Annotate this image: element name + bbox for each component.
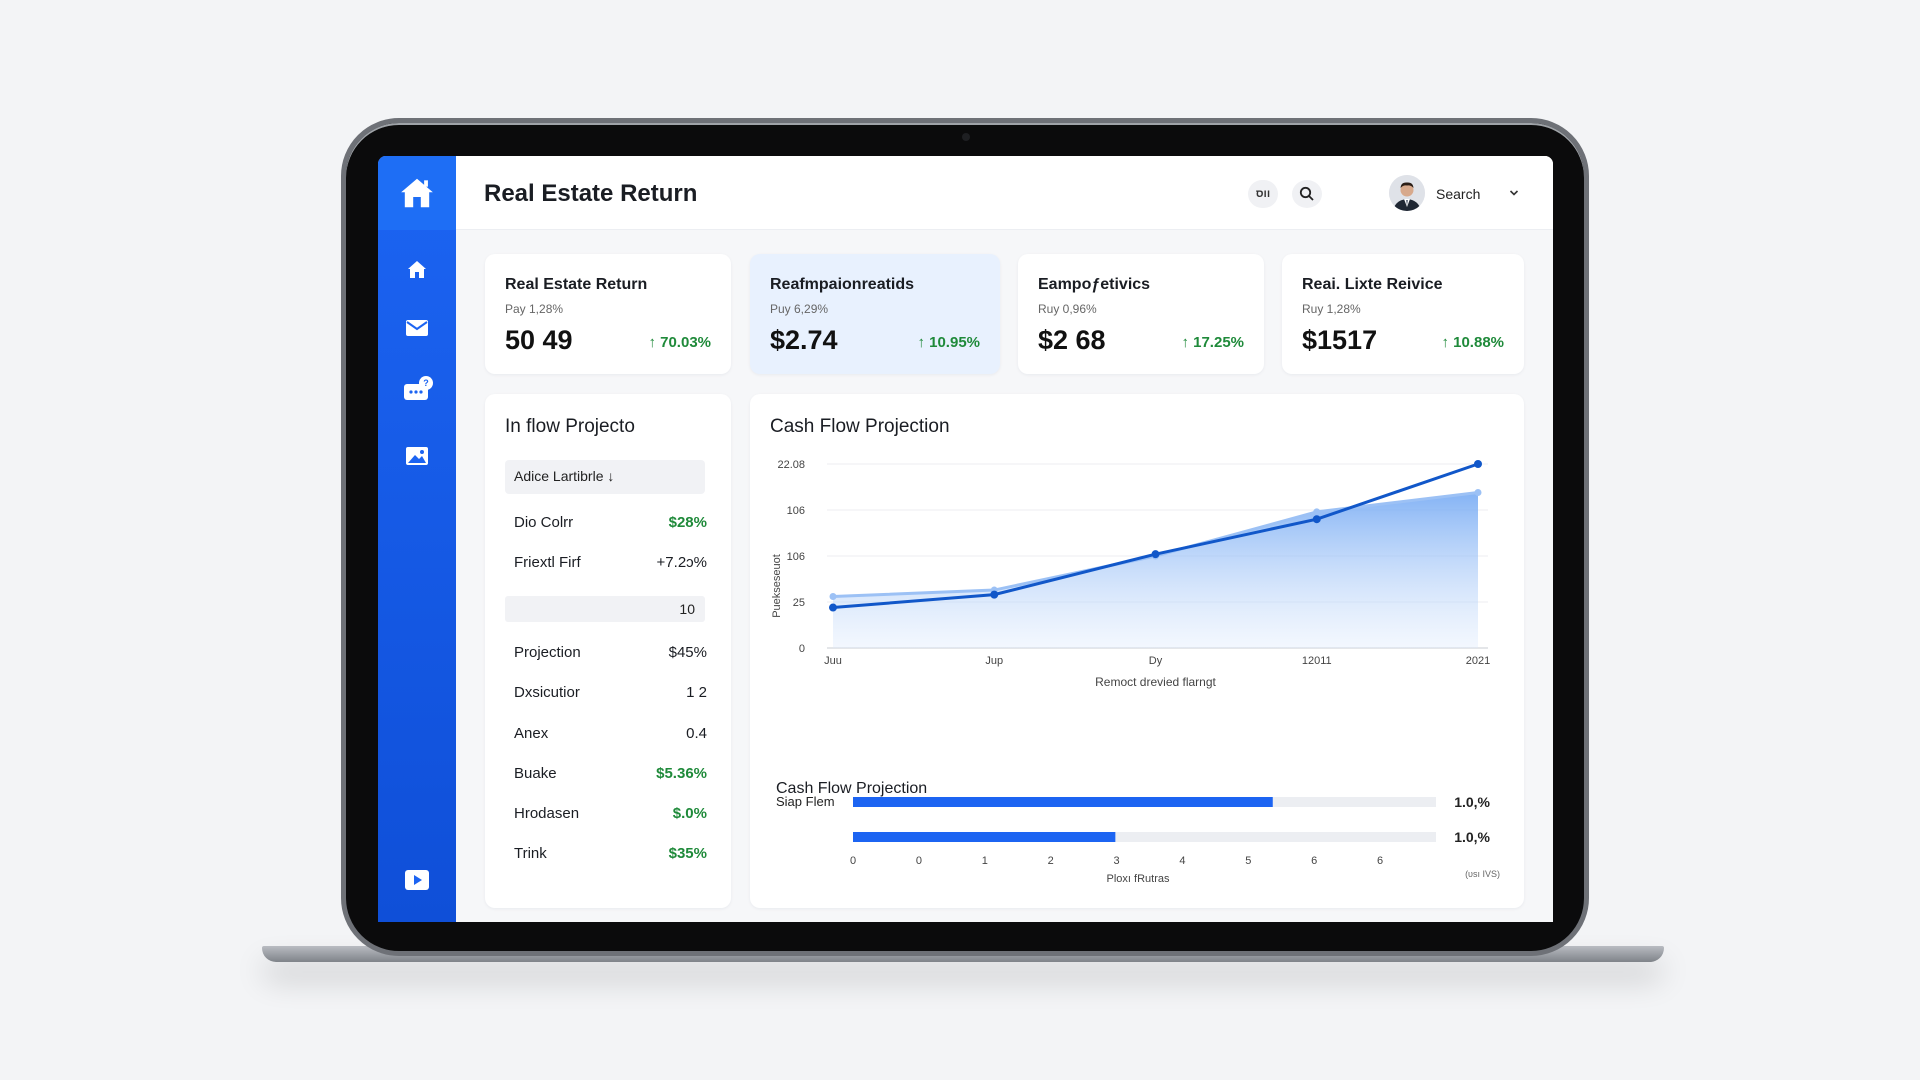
list-item-value: 0.4 xyxy=(686,725,707,742)
panel-title: In flow Projecto xyxy=(505,416,635,437)
list-item-value: $45% xyxy=(668,644,707,661)
list-item-label: Dio Colrr xyxy=(514,514,574,531)
camera-icon xyxy=(962,133,970,141)
list-item-value: 1 2 xyxy=(686,684,707,701)
list-item-value: +7.2ɔ% xyxy=(656,554,707,571)
list-item-label: Projection xyxy=(514,644,581,661)
data-point xyxy=(1151,550,1160,559)
x-tick-label: Dy xyxy=(1149,655,1163,667)
list-item-label: Buake xyxy=(514,765,557,782)
bar-value-label: 1.0,% xyxy=(1454,829,1490,845)
bar-chart: Siap Flem 1.0,% 1.0,% 0 0 1 2 3 4 5 6 6 Ploxı fRutra… xyxy=(776,794,1500,885)
x-tick-label: 2 xyxy=(1048,855,1054,867)
mail-icon[interactable] xyxy=(399,310,435,346)
avatar[interactable] xyxy=(1389,175,1425,211)
data-point xyxy=(990,590,999,599)
bar-label: Siap Flem xyxy=(776,794,835,809)
x-tick-label: 2021 xyxy=(1466,655,1490,667)
list-item-value: $35% xyxy=(668,845,707,862)
filter-select[interactable]: Adice Lartibrle ↓ xyxy=(505,460,705,494)
stat-change: ↑ 10.95% xyxy=(917,334,980,351)
apps-chip[interactable]: ווס xyxy=(1248,180,1278,208)
list-item-value: $.0% xyxy=(672,805,707,822)
stat-change: ↑ 17.25% xyxy=(1181,334,1244,351)
stat-card[interactable]: Eampoƒetivics Ruy 0,96% $2 68 ↑ 17.25% xyxy=(1018,254,1264,374)
home-logo-icon[interactable] xyxy=(378,156,456,230)
list-item-label: Hrodasen xyxy=(514,805,580,822)
bar xyxy=(853,797,1273,807)
chat-icon[interactable]: ? xyxy=(399,374,435,410)
stat-subtitle: Pay 1,28% xyxy=(505,302,564,316)
stat-subtitle: Puy 6,29% xyxy=(770,302,829,316)
y-tick-label: 22.08 xyxy=(777,459,805,471)
bar-value-label: 1.0,% xyxy=(1454,794,1490,810)
side-note: (υsı IVS) xyxy=(1465,869,1500,879)
x-tick-label: 5 xyxy=(1245,855,1251,867)
amount-input[interactable]: 10 xyxy=(505,596,705,622)
x-tick-label: 1 xyxy=(982,855,988,867)
data-point xyxy=(829,603,837,612)
list-item-label: Dxsicutior xyxy=(514,684,580,701)
x-tick-label: 6 xyxy=(1377,855,1383,867)
x-axis-label: Ploxı fRutras xyxy=(1107,873,1170,885)
search-icon[interactable] xyxy=(1292,180,1322,208)
stat-change: ↑ 70.03% xyxy=(648,334,711,351)
user-label[interactable]: Search xyxy=(1436,186,1480,202)
stat-card[interactable]: Real Estate Return Pay 1,28% 50 49 ↑ 70.… xyxy=(485,254,731,374)
list-item-value: $5.36% xyxy=(656,765,707,782)
stat-card-selected[interactable]: Reafmpaionreatids Puy 6,29% $2.74 ↑ 10.9… xyxy=(750,254,1000,374)
stat-card[interactable]: Reai. Lixte Reivice Ruy 1,28% $1517 ↑ 10… xyxy=(1282,254,1524,374)
x-tick-label: 0 xyxy=(850,855,856,867)
top-header: Real Estate Return ווס Search xyxy=(456,156,1553,230)
y-axis-label: Puekseseuot xyxy=(771,554,783,618)
stat-title: Real Estate Return xyxy=(505,276,648,293)
stat-title: Reai. Lixte Reivice xyxy=(1302,276,1443,293)
x-tick-label: 4 xyxy=(1179,855,1185,867)
x-tick-label: 3 xyxy=(1113,855,1119,867)
stat-subtitle: Ruy 0,96% xyxy=(1038,302,1097,316)
stat-value: 50 49 xyxy=(505,325,573,355)
stat-value: $2 68 xyxy=(1038,325,1106,355)
line-chart: 0 25 106 106 22.08 Juu Jup Dy 12011 2021 Remoct dr… xyxy=(771,459,1490,689)
home-icon[interactable] xyxy=(399,252,435,288)
data-point xyxy=(1474,489,1482,497)
stat-title: Reafmpaionreatids xyxy=(770,276,915,293)
stat-subtitle: Ruy 1,28% xyxy=(1302,302,1361,316)
x-axis-label: Remoct drevied flarngt xyxy=(1095,675,1216,689)
play-icon[interactable] xyxy=(399,862,435,898)
data-point xyxy=(1313,508,1321,516)
bar xyxy=(853,832,1116,842)
list-item-label: Friextl Firf xyxy=(514,554,581,571)
x-tick-label: Juu xyxy=(824,655,842,667)
cash-flow-list-panel: In flow Projecto Adice Lartibrle ↓ Dio C… xyxy=(485,394,731,908)
stat-value: $1517 xyxy=(1302,325,1378,355)
data-point xyxy=(1474,460,1482,468)
y-tick-label: 0 xyxy=(799,643,805,655)
page-title: Real Estate Return xyxy=(484,180,698,207)
list-item-value: $28% xyxy=(668,514,707,531)
chevron-down-icon[interactable] xyxy=(1508,186,1520,204)
x-tick-label: 0 xyxy=(916,855,922,867)
notification-badge: ? xyxy=(419,376,433,390)
y-tick-label: 25 xyxy=(793,597,805,609)
data-point xyxy=(1312,515,1321,524)
x-tick-label: 6 xyxy=(1311,855,1317,867)
cash-flow-chart-panel: Cash Flow Projection 0 25 106 106 22.08 Juu Ju… xyxy=(750,394,1524,908)
x-tick-label: 12011 xyxy=(1302,655,1332,667)
y-tick-label: 106 xyxy=(787,551,805,563)
x-tick-label: Jup xyxy=(985,655,1003,667)
data-point xyxy=(829,592,837,600)
list-item-label: Anex xyxy=(514,725,549,742)
app-screen: ? Real Estate Return ווס Search Real Est… xyxy=(378,156,1553,922)
stat-title: Eampoƒetivics xyxy=(1038,276,1151,293)
stat-value: $2.74 xyxy=(770,325,838,355)
sidebar: ? xyxy=(378,156,456,922)
area-fill xyxy=(833,492,1478,648)
stat-change: ↑ 10.88% xyxy=(1441,334,1504,351)
y-tick-label: 106 xyxy=(787,505,805,517)
list-item-label: Trink xyxy=(514,845,547,862)
image-icon[interactable] xyxy=(399,438,435,474)
